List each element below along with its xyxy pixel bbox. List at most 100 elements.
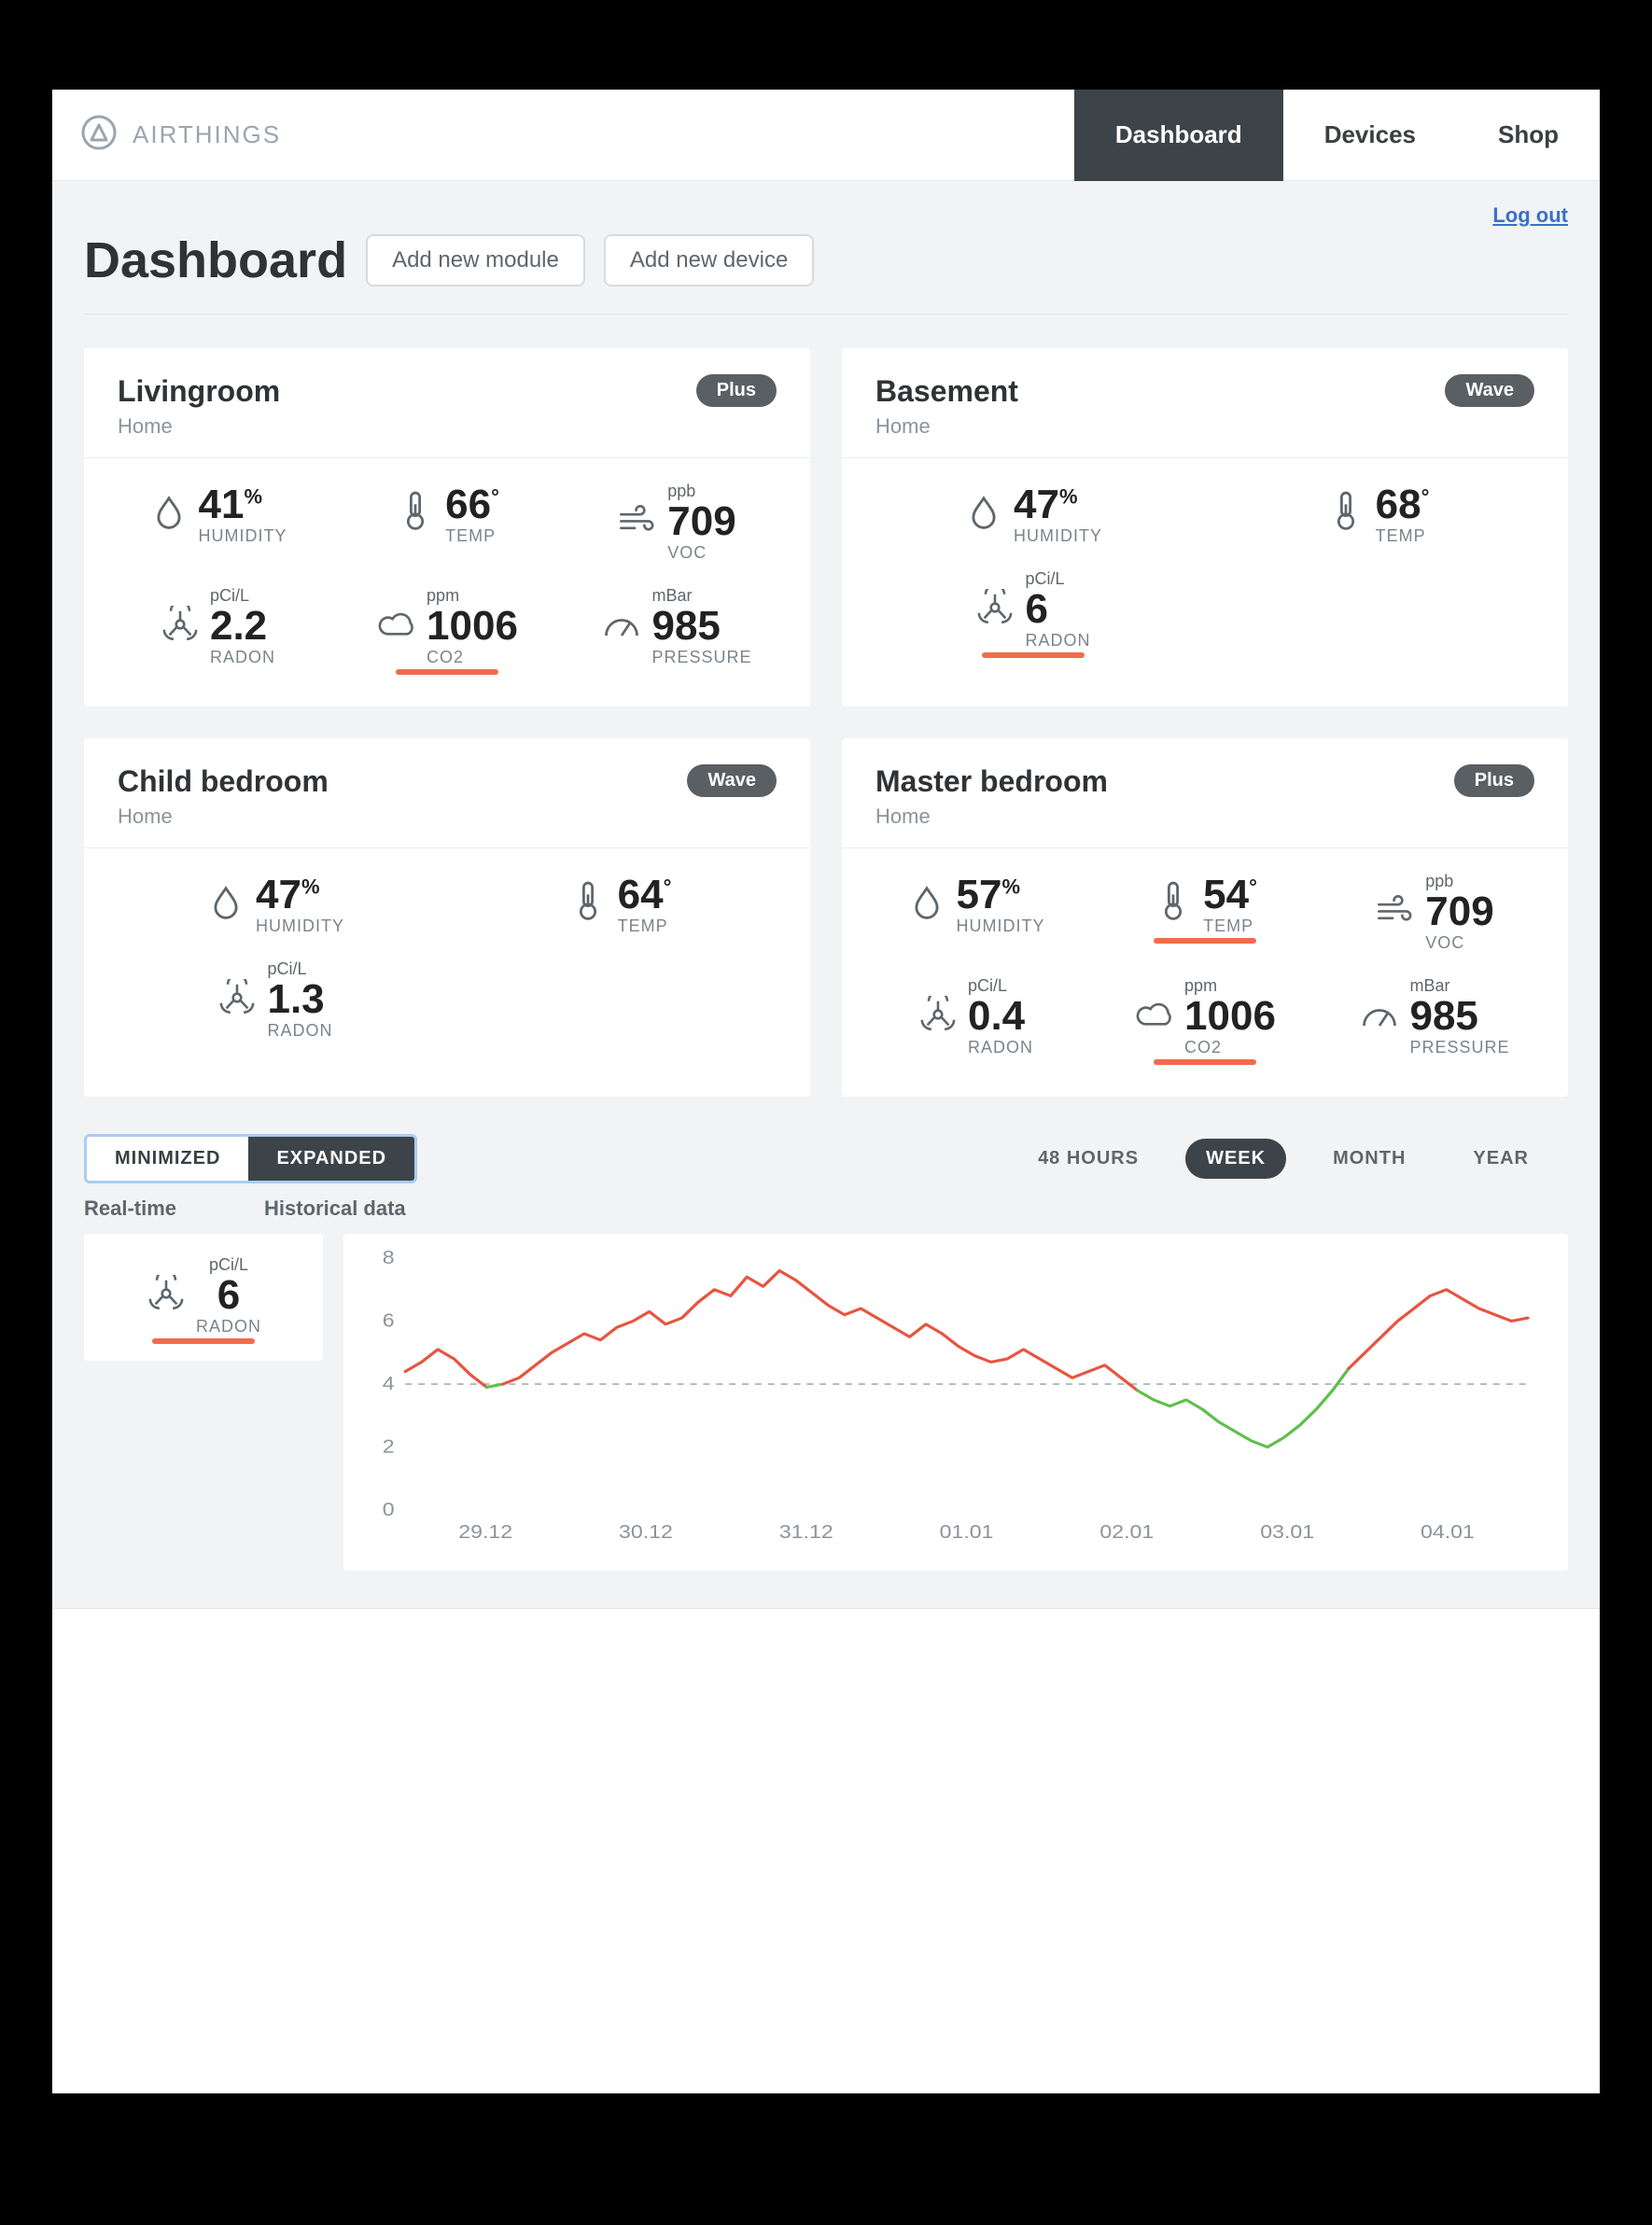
device-card[interactable]: Livingroom Home Plus 41% HUMIDITY 66° TE… (84, 348, 810, 707)
svg-text:31.12: 31.12 (779, 1520, 833, 1542)
metric-label: VOC (1425, 934, 1493, 951)
metric-pressure: mBar 985 PRESSURE (1353, 977, 1515, 1056)
metric-label: HUMIDITY (199, 527, 287, 544)
card-location: Home (875, 805, 1108, 829)
logout-link[interactable]: Log out (1492, 203, 1568, 227)
metric-value: 54° (1203, 875, 1257, 916)
voc-icon (1375, 894, 1416, 931)
metric-unit: ppm (1184, 977, 1276, 994)
metric-value: 709 (667, 501, 735, 542)
device-card[interactable]: Basement Home Wave 47% HUMIDITY 68° TEMP… (842, 348, 1568, 707)
alert-indicator (1154, 938, 1256, 944)
historical-heading: Historical data (264, 1196, 406, 1221)
svg-text:03.01: 03.01 (1260, 1520, 1314, 1542)
metric-co2: ppm 1006 CO2 (1128, 977, 1281, 1056)
radon-icon (146, 1275, 187, 1317)
temp-icon (1325, 490, 1366, 538)
device-type-badge: Plus (696, 374, 777, 407)
co2-icon (376, 609, 417, 645)
pressure-icon (601, 609, 642, 645)
svg-text:2: 2 (383, 1435, 395, 1457)
metric-value: 6 (1025, 589, 1090, 630)
alert-indicator (396, 669, 498, 675)
metric-voc: ppb 709 VOC (1369, 873, 1499, 951)
screen: AIRTHINGS DashboardDevicesShop Log out D… (52, 90, 1600, 2093)
metric-humidity: 41% HUMIDITY (143, 483, 293, 544)
range-tab-week[interactable]: WEEK (1185, 1139, 1286, 1179)
metric-unit: mBar (651, 587, 751, 604)
page-title: Dashboard (84, 231, 347, 289)
metric-value: 1006 (427, 606, 518, 647)
metric-unit: pCi/L (1025, 570, 1090, 587)
co2-icon (1134, 999, 1175, 1035)
svg-text:8: 8 (383, 1249, 395, 1268)
metric-label: CO2 (427, 649, 518, 665)
card-location: Home (118, 805, 329, 829)
brand-logo-icon (80, 114, 118, 156)
metric-radon: pCi/L 2.2 RADON (154, 587, 281, 665)
metric-humidity: 57% HUMIDITY (901, 873, 1051, 934)
svg-text:6: 6 (383, 1309, 395, 1331)
metric-label: RADON (210, 649, 275, 665)
metric-label: RADON (968, 1039, 1033, 1056)
metric-temp: 68° TEMP (1320, 483, 1435, 544)
svg-text:30.12: 30.12 (619, 1520, 673, 1542)
realtime-unit: pCi/L (196, 1256, 261, 1273)
device-cards-grid: Livingroom Home Plus 41% HUMIDITY 66° TE… (84, 348, 1568, 1097)
metric-unit: pCi/L (968, 977, 1033, 994)
svg-text:0: 0 (383, 1498, 395, 1519)
view-toggle-expanded[interactable]: EXPANDED (248, 1137, 414, 1181)
metric-label: PRESSURE (651, 649, 751, 665)
add-device-button[interactable]: Add new device (604, 234, 814, 287)
metric-unit: pCi/L (267, 960, 332, 977)
humidity-icon (205, 884, 246, 924)
temp-icon (395, 490, 436, 538)
realtime-card[interactable]: pCi/L 6 RADON (84, 1234, 323, 1361)
card-title: Basement (875, 374, 1018, 409)
metric-label: RADON (267, 1022, 332, 1039)
metric-label: HUMIDITY (1014, 527, 1102, 544)
metric-unit: pCi/L (210, 587, 275, 604)
metric-unit: mBar (1409, 977, 1509, 994)
metric-value: 985 (1409, 996, 1509, 1037)
svg-text:02.01: 02.01 (1099, 1520, 1154, 1542)
metric-label: HUMIDITY (256, 917, 344, 934)
metric-value: 1.3 (267, 979, 332, 1020)
nav-tab-shop[interactable]: Shop (1457, 90, 1600, 181)
brand-logo[interactable]: AIRTHINGS (52, 114, 281, 156)
metric-value: 41% (199, 484, 287, 525)
metric-value: 985 (651, 606, 751, 647)
card-title: Master bedroom (875, 764, 1108, 799)
device-card[interactable]: Child bedroom Home Wave 47% HUMIDITY 64°… (84, 738, 810, 1097)
svg-text:4: 4 (383, 1372, 395, 1393)
historical-chart[interactable]: 0246829.1230.1231.1201.0102.0103.0104.01 (343, 1234, 1568, 1571)
metric-voc: ppb 709 VOC (611, 483, 741, 561)
metric-label: HUMIDITY (957, 917, 1045, 934)
metric-label: VOC (667, 544, 735, 561)
voc-icon (617, 504, 658, 540)
alert-indicator (1154, 1059, 1256, 1065)
metric-temp: 64° TEMP (562, 873, 678, 934)
range-tab-year[interactable]: YEAR (1452, 1139, 1549, 1179)
radon-icon (917, 996, 959, 1038)
pressure-icon (1359, 999, 1400, 1035)
device-type-badge: Wave (687, 764, 777, 797)
svg-text:04.01: 04.01 (1421, 1520, 1475, 1542)
svg-text:01.01: 01.01 (940, 1520, 994, 1542)
card-title: Child bedroom (118, 764, 329, 799)
metric-radon: pCi/L 1.3 RADON (211, 960, 338, 1039)
nav-tab-dashboard[interactable]: Dashboard (1074, 90, 1283, 181)
metric-label: PRESSURE (1409, 1039, 1509, 1056)
range-tab-month[interactable]: MONTH (1312, 1139, 1426, 1179)
add-module-button[interactable]: Add new module (366, 234, 585, 287)
time-range-tabs: 48 HOURS WEEK MONTH YEAR (1017, 1139, 1568, 1179)
range-tab-48-hours[interactable]: 48 HOURS (1017, 1139, 1159, 1179)
top-nav: AIRTHINGS DashboardDevicesShop (52, 90, 1600, 181)
nav-tab-devices[interactable]: Devices (1283, 90, 1457, 181)
view-toggle-minimized[interactable]: MINIMIZED (87, 1137, 248, 1181)
metric-value: 1006 (1184, 996, 1276, 1037)
device-type-badge: Plus (1454, 764, 1534, 797)
metric-label: TEMP (1203, 917, 1257, 934)
metric-humidity: 47% HUMIDITY (200, 873, 350, 934)
device-card[interactable]: Master bedroom Home Plus 57% HUMIDITY 54… (842, 738, 1568, 1097)
